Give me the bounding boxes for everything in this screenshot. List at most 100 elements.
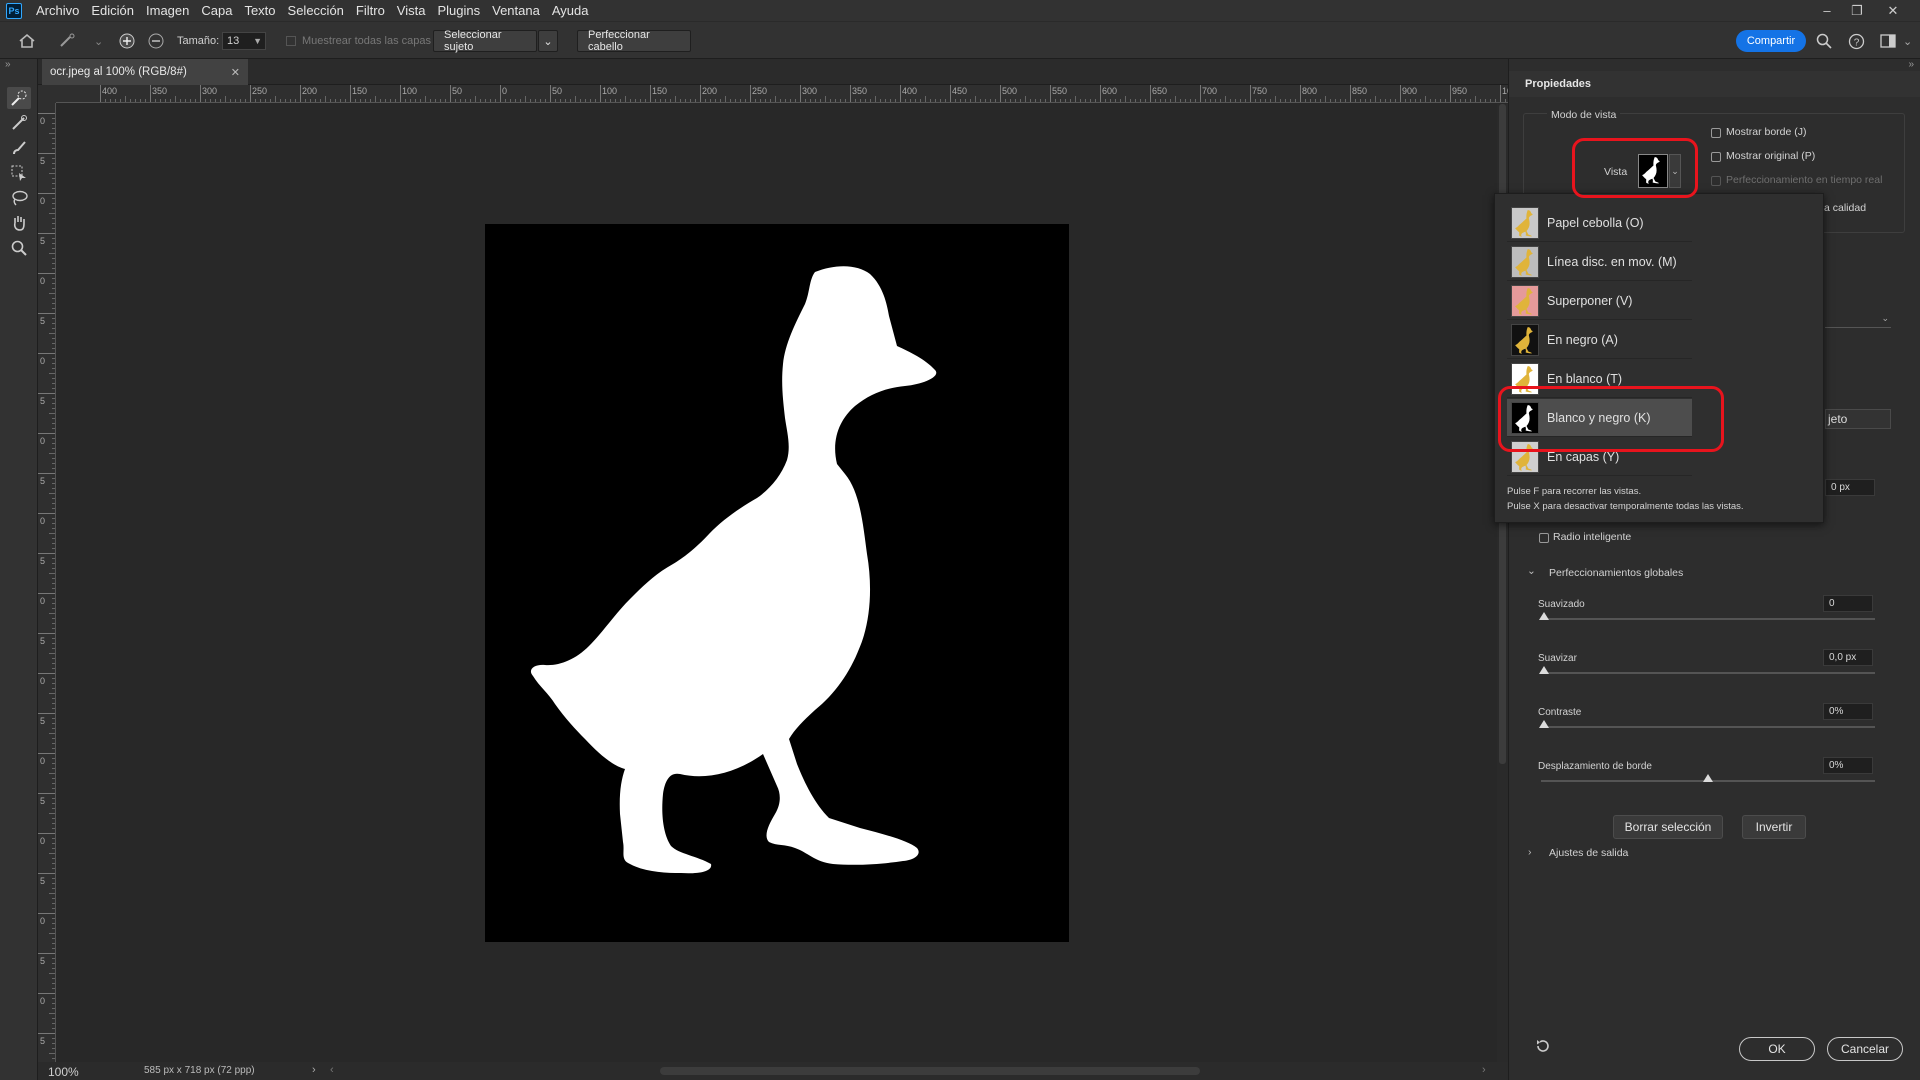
- view-option-onion[interactable]: Papel cebolla (O): [1507, 204, 1692, 242]
- chevron-left-icon[interactable]: ‹: [330, 1064, 334, 1076]
- horizontal-scroll-thumb[interactable]: [660, 1067, 1200, 1075]
- ruler-minor-tick: [52, 783, 55, 784]
- zoom-level[interactable]: 100%: [48, 1065, 79, 1079]
- slider-value-field[interactable]: 0: [1823, 595, 1873, 612]
- show-original-checkbox[interactable]: [1711, 152, 1721, 162]
- brush-tool-icon[interactable]: [7, 137, 31, 159]
- search-icon[interactable]: [1816, 22, 1832, 60]
- ruler-minor-tick: [1060, 99, 1061, 102]
- slider-thumb[interactable]: [1539, 720, 1549, 728]
- invert-button[interactable]: Invertir: [1742, 815, 1806, 839]
- menu-imagen[interactable]: Imagen: [140, 0, 195, 21]
- zoom-tool-icon[interactable]: [7, 237, 31, 259]
- select-subject-button[interactable]: Seleccionar sujeto: [433, 29, 537, 53]
- hidden-select[interactable]: ⌄: [1825, 313, 1891, 328]
- ruler-tick: [38, 393, 55, 394]
- tools-panel: »: [0, 59, 38, 1080]
- radius-field[interactable]: 0 px: [1825, 479, 1875, 496]
- slider-track[interactable]: [1541, 618, 1875, 620]
- ruler-minor-tick: [230, 99, 231, 102]
- reset-icon[interactable]: [1535, 1038, 1551, 1059]
- ruler-minor-tick: [52, 583, 55, 584]
- document-tab[interactable]: ocr.jpeg al 100% (RGB/8#) ✕: [42, 59, 248, 85]
- ruler-tick: [750, 85, 751, 102]
- menu-edicion[interactable]: Edición: [85, 0, 140, 21]
- subject-button-partial[interactable]: jeto: [1825, 409, 1891, 429]
- chevron-down-icon[interactable]: ⌄: [1527, 565, 1536, 577]
- ruler-tick: [800, 85, 801, 102]
- add-to-selection-icon[interactable]: [118, 22, 136, 60]
- ruler-minor-tick: [1345, 99, 1346, 102]
- ruler-minor-tick: [1245, 99, 1246, 102]
- menu-filtro[interactable]: Filtro: [350, 0, 391, 21]
- chevron-down-icon[interactable]: ⌄: [94, 22, 103, 60]
- ruler-minor-tick: [52, 898, 55, 899]
- menu-ventana[interactable]: Ventana: [486, 0, 546, 21]
- subtract-from-selection-icon[interactable]: [147, 22, 165, 60]
- menu-ayuda[interactable]: Ayuda: [546, 0, 595, 21]
- document-image[interactable]: [485, 224, 1069, 942]
- object-selection-tool-icon[interactable]: [7, 162, 31, 184]
- close-window-icon[interactable]: ✕: [1878, 0, 1908, 21]
- chevron-right-icon[interactable]: ›: [312, 1064, 316, 1076]
- restore-icon[interactable]: ❐: [1842, 0, 1872, 21]
- show-edge-checkbox[interactable]: [1711, 128, 1721, 138]
- chevron-right-icon[interactable]: ›: [1482, 1064, 1486, 1076]
- size-input[interactable]: 13 ▼: [222, 32, 266, 50]
- quick-selection-brush-icon[interactable]: [58, 22, 78, 60]
- quick-selection-tool-icon[interactable]: [7, 87, 31, 109]
- slider-thumb[interactable]: [1703, 774, 1713, 782]
- ruler-minor-tick: [52, 468, 55, 469]
- menu-texto[interactable]: Texto: [238, 0, 281, 21]
- chevron-right-icon[interactable]: ›: [1528, 846, 1532, 858]
- radius-value: 0 px: [1831, 482, 1850, 493]
- expand-icon[interactable]: »: [5, 59, 11, 70]
- menu-seleccion[interactable]: Selección: [282, 0, 350, 21]
- refine-edge-brush-icon[interactable]: [7, 112, 31, 134]
- ruler-minor-tick: [49, 293, 55, 294]
- close-tab-icon[interactable]: ✕: [231, 66, 240, 79]
- photoshop-logo[interactable]: Ps: [6, 2, 22, 19]
- ruler-tick: [38, 673, 55, 674]
- ruler-minor-tick: [1445, 99, 1446, 102]
- home-icon[interactable]: [18, 22, 36, 60]
- slider-value-field[interactable]: 0%: [1823, 703, 1873, 720]
- slider-value-field[interactable]: 0%: [1823, 757, 1873, 774]
- help-icon[interactable]: ?: [1848, 22, 1865, 60]
- workspace-icon[interactable]: [1880, 22, 1896, 60]
- view-option-onblack[interactable]: En negro (A): [1507, 321, 1692, 359]
- ruler-tick: [1050, 85, 1051, 102]
- minimize-icon[interactable]: –: [1812, 0, 1842, 21]
- ruler-tick: [450, 85, 451, 102]
- ruler-minor-tick: [1020, 99, 1021, 102]
- lasso-tool-icon[interactable]: [7, 187, 31, 209]
- menu-capa[interactable]: Capa: [195, 0, 238, 21]
- slider-thumb[interactable]: [1539, 666, 1549, 674]
- ok-button[interactable]: OK: [1739, 1037, 1815, 1061]
- slider-thumb[interactable]: [1539, 612, 1549, 620]
- collapse-panel-icon[interactable]: »: [1908, 59, 1914, 70]
- ruler-minor-tick: [455, 99, 456, 102]
- share-button[interactable]: Compartir: [1736, 30, 1806, 52]
- view-option-marching[interactable]: Línea disc. en mov. (M): [1507, 243, 1692, 281]
- ruler-minor-tick: [52, 758, 55, 759]
- view-option-overlay[interactable]: Superponer (V): [1507, 282, 1692, 320]
- chevron-down-icon[interactable]: ⌄: [1903, 22, 1912, 60]
- menu-plugins[interactable]: Plugins: [431, 0, 486, 21]
- ruler-minor-tick: [285, 99, 286, 102]
- menu-vista[interactable]: Vista: [391, 0, 432, 21]
- slider-track[interactable]: [1541, 726, 1875, 728]
- menu-archivo[interactable]: Archivo: [30, 0, 85, 21]
- sample-all-layers-checkbox[interactable]: Muestrear todas las capas: [286, 22, 431, 60]
- realtime-checkbox[interactable]: [1711, 176, 1721, 186]
- slider-value-field[interactable]: 0,0 px: [1823, 649, 1873, 666]
- ruler-minor-tick: [890, 99, 891, 102]
- hand-tool-icon[interactable]: [7, 212, 31, 234]
- select-subject-dropdown[interactable]: ⌄: [538, 30, 558, 52]
- canvas-area[interactable]: [57, 104, 1497, 1062]
- refine-hair-button[interactable]: Perfeccionar cabello: [577, 29, 691, 53]
- cancel-button[interactable]: Cancelar: [1827, 1037, 1903, 1061]
- smart-radius-checkbox[interactable]: [1539, 533, 1549, 543]
- slider-track[interactable]: [1541, 672, 1875, 674]
- clear-selection-button[interactable]: Borrar selección: [1613, 815, 1723, 839]
